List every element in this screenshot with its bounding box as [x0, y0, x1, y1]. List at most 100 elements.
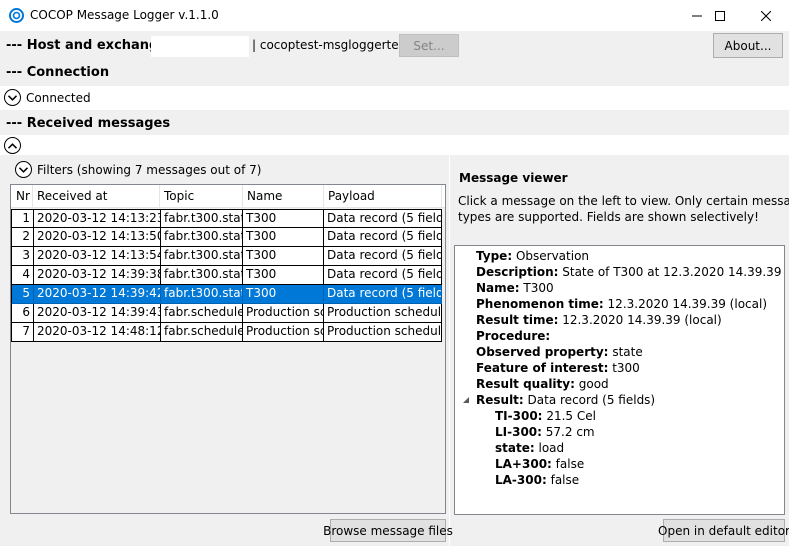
table-row[interactable]: 12020-03-12 14:13:23,3fabr.t300.stateT30… [11, 209, 445, 228]
cell-payload: Data record (5 fields) [324, 266, 442, 285]
connection-section-title: --- Connection [6, 65, 110, 80]
cell-name: T300 [243, 247, 324, 266]
subfield-value: 21.5 Cel [546, 409, 596, 423]
maximize-button[interactable] [697, 0, 743, 31]
cell-topic: fabr.t300.state [161, 209, 243, 228]
tree-subfield[interactable]: LA-300: false [495, 473, 579, 487]
chevron-down-icon [8, 94, 17, 101]
field-value: State of T300 at 12.3.2020 14.39.39 [562, 265, 782, 279]
tree-subfield[interactable]: TI-300: 21.5 Cel [495, 409, 596, 423]
cell-topic: fabr.t300.state [161, 266, 243, 285]
connection-status: Connected [26, 91, 91, 105]
tree-subfield[interactable]: state: load [495, 441, 564, 455]
tree-field[interactable]: Procedure: [476, 329, 550, 343]
tree-field[interactable]: Result time: 12.3.2020 14.39.39 (local) [476, 313, 722, 327]
message-tree-view[interactable]: Type: Observation Description: State of T… [454, 245, 785, 515]
field-label: Observed property: [476, 345, 609, 359]
pane-splitter[interactable] [449, 155, 450, 546]
received-section-title: --- Received messages [6, 116, 171, 131]
column-header-name[interactable]: Name [243, 185, 324, 208]
field-label: Description: [476, 265, 559, 279]
tree-subfield[interactable]: LA+300: false [495, 457, 584, 471]
tree-field[interactable]: Observed property: state [476, 345, 643, 359]
cell-nr: 4 [11, 266, 34, 285]
subfield-value: false [550, 473, 580, 487]
close-button[interactable] [743, 0, 789, 31]
tree-field[interactable]: Result quality: good [476, 377, 609, 391]
filters-label: Filters (showing 7 messages out of 7) [37, 163, 262, 177]
cell-topic: fabr.schedule [161, 304, 243, 323]
cell-received-at: 2020-03-12 14:39:43,4 [34, 304, 161, 323]
tree-field[interactable]: Result: Data record (5 fields) [476, 393, 655, 407]
table-row[interactable]: 72020-03-12 14:48:12,5fabr.scheduleProdu… [11, 323, 445, 342]
cell-name: Production sche [243, 323, 324, 342]
field-label: Procedure: [476, 329, 551, 343]
cell-received-at: 2020-03-12 14:13:23,3 [34, 209, 161, 228]
table-row[interactable]: 42020-03-12 14:39:38,0fabr.t300.stateT30… [11, 266, 445, 285]
tree-field[interactable]: Feature of interest: t300 [476, 361, 640, 375]
browse-message-files-button[interactable]: Browse message files [323, 519, 453, 542]
field-label: Feature of interest: [476, 361, 609, 375]
cell-nr: 3 [11, 247, 34, 266]
tree-field[interactable]: Phenomenon time: 12.3.2020 14.39.39 (loc… [476, 297, 767, 311]
column-header-topic[interactable]: Topic [160, 185, 243, 208]
column-header-nr[interactable]: Nr [11, 185, 33, 208]
open-in-default-editor-button[interactable]: Open in default editor [658, 519, 789, 542]
table-header: Nr Received at Topic Name Payload [11, 185, 445, 208]
set-button[interactable]: Set... [399, 34, 459, 57]
cell-name: T300 [243, 228, 324, 247]
filters-expand-toggle[interactable] [15, 161, 32, 178]
cell-nr: 1 [11, 209, 34, 228]
tree-subfield[interactable]: LI-300: 57.2 cm [495, 425, 595, 439]
viewer-hint-line1: Click a message on the left to view. Onl… [458, 194, 789, 208]
window-title: COCOP Message Logger v.1.1.0 [30, 8, 219, 22]
subfield-label: LA+300: [495, 457, 552, 471]
field-value: Observation [515, 249, 590, 263]
column-header-received-at[interactable]: Received at [33, 185, 160, 208]
maximize-icon [715, 10, 725, 21]
field-value: Data record (5 fields) [527, 393, 656, 407]
tree-expanded-icon[interactable] [462, 396, 470, 404]
table-row[interactable]: 52020-03-12 14:39:42,9fabr.t300.stateT30… [11, 285, 445, 304]
field-value: state [612, 345, 643, 359]
table-row[interactable]: 32020-03-12 14:13:54,2fabr.t300.stateT30… [11, 247, 445, 266]
viewer-hint-line2: types are supported. Fields are shown se… [458, 210, 759, 224]
host-section-title: --- Host and exchange [6, 38, 168, 53]
field-label: Result quality: [476, 377, 575, 391]
subfield-value: 57.2 cm [545, 425, 595, 439]
cell-nr: 2 [11, 228, 34, 247]
cell-received-at: 2020-03-12 14:13:50,8 [34, 228, 161, 247]
cell-received-at: 2020-03-12 14:39:38,0 [34, 266, 161, 285]
viewer-title: Message viewer [459, 171, 568, 185]
field-value: 12.3.2020 14.39.39 (local) [562, 313, 722, 327]
field-label: Result: [476, 393, 524, 407]
cell-name: T300 [243, 285, 324, 304]
cell-payload: Data record (5 fields) [324, 247, 442, 266]
chevron-up-icon [8, 142, 17, 149]
cell-payload: Data record (5 fields) [324, 285, 442, 304]
about-button[interactable]: About... [713, 33, 783, 58]
cell-payload: Production schedule [324, 304, 442, 323]
close-icon [761, 10, 771, 21]
tree-field[interactable]: Type: Observation [476, 249, 589, 263]
cell-payload: Data record (5 fields) [324, 209, 442, 228]
subfield-label: TI-300: [495, 409, 543, 423]
connection-expand-toggle[interactable] [4, 89, 21, 106]
tree-field[interactable]: Description: State of T300 at 12.3.2020 … [476, 265, 781, 279]
table-row[interactable]: 22020-03-12 14:13:50,8fabr.t300.stateT30… [11, 228, 445, 247]
connection-band [0, 61, 789, 86]
messages-table[interactable]: Nr Received at Topic Name Payload 1 2020-… [10, 184, 446, 514]
host-input[interactable] [151, 36, 249, 57]
field-value: T300 [523, 281, 554, 295]
subfield-label: LI-300: [495, 425, 542, 439]
table-row[interactable]: 62020-03-12 14:39:43,4fabr.scheduleProdu… [11, 304, 445, 323]
field-value: good [578, 377, 609, 391]
tree-field[interactable]: Name: T300 [476, 281, 554, 295]
cell-payload: Data record (5 fields) [324, 228, 442, 247]
exchange-text: | cocoptest-msgloggertest [252, 38, 410, 52]
column-header-payload[interactable]: Payload [324, 185, 442, 208]
received-collapse-toggle[interactable] [4, 137, 21, 154]
chevron-down-icon [19, 166, 28, 173]
cell-received-at: 2020-03-12 14:48:12,5 [34, 323, 161, 342]
subfield-value: false [555, 457, 585, 471]
